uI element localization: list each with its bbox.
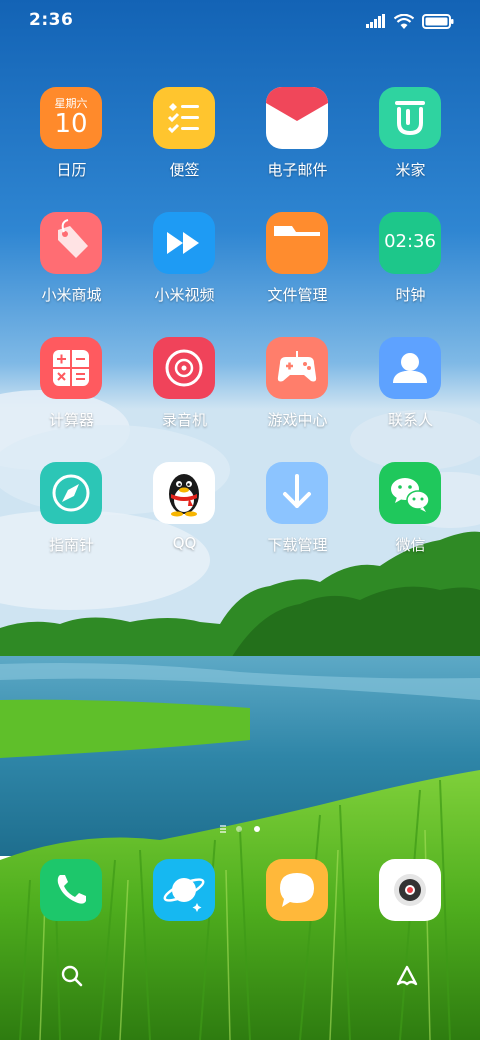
cellular-signal-icon [366, 14, 385, 28]
app-label: 便签 [169, 161, 200, 179]
app-label: 录音机 [161, 411, 207, 429]
calendar-date: 10 [54, 109, 88, 139]
battery-icon [422, 13, 454, 29]
gamepad-icon [266, 337, 328, 399]
qq-penguin-icon [153, 462, 215, 524]
page-dot [236, 826, 242, 832]
download-icon [266, 462, 328, 524]
clock-time: 02:36 [384, 231, 436, 252]
page-indicator[interactable] [218, 824, 262, 836]
messages-icon [280, 873, 314, 907]
app-label: 文件管理 [267, 286, 328, 304]
camera-app[interactable] [379, 859, 441, 921]
wechat-icon [379, 462, 441, 524]
email-icon [266, 87, 328, 149]
phone-app[interactable] [40, 859, 102, 921]
notes-icon [153, 87, 215, 149]
calendar-icon: 星期六 10 [40, 87, 102, 149]
browser-app[interactable] [153, 859, 215, 921]
page-dot-active [254, 826, 260, 832]
app-label: QQ [172, 534, 197, 552]
browser-planet-icon [163, 878, 205, 912]
status-time: 2:36 [29, 10, 74, 30]
calculator-icon [40, 337, 102, 399]
messages-app[interactable] [266, 859, 328, 921]
compass-icon [40, 462, 102, 524]
camera-icon [394, 874, 426, 906]
app-label: 游戏中心 [267, 411, 328, 429]
app-label: 时钟 [395, 286, 426, 304]
app-label: 指南针 [48, 536, 94, 554]
app-label: 小米视频 [154, 286, 215, 304]
app-label: 计算器 [48, 411, 94, 429]
search-page-indicator [220, 825, 228, 833]
video-play-icon [153, 212, 215, 274]
clock-icon: 02:36 [379, 212, 441, 274]
contacts-icon [379, 337, 441, 399]
mijia-icon [379, 87, 441, 149]
app-vault-icon[interactable] [394, 964, 420, 988]
app-label: 日历 [56, 161, 87, 179]
status-bar: 2:36 [0, 0, 480, 40]
app-label: 下载管理 [267, 536, 328, 554]
app-label: 电子邮件 [267, 161, 328, 179]
shop-tag-icon [40, 212, 102, 274]
app-label: 联系人 [387, 411, 433, 429]
phone-icon [57, 875, 86, 904]
wifi-icon [394, 13, 414, 29]
app-label: 微信 [395, 536, 426, 554]
app-label: 米家 [395, 161, 426, 179]
search-icon[interactable] [60, 964, 84, 988]
recorder-icon [153, 337, 215, 399]
app-label: 小米商城 [41, 286, 102, 304]
folder-icon [266, 212, 328, 274]
